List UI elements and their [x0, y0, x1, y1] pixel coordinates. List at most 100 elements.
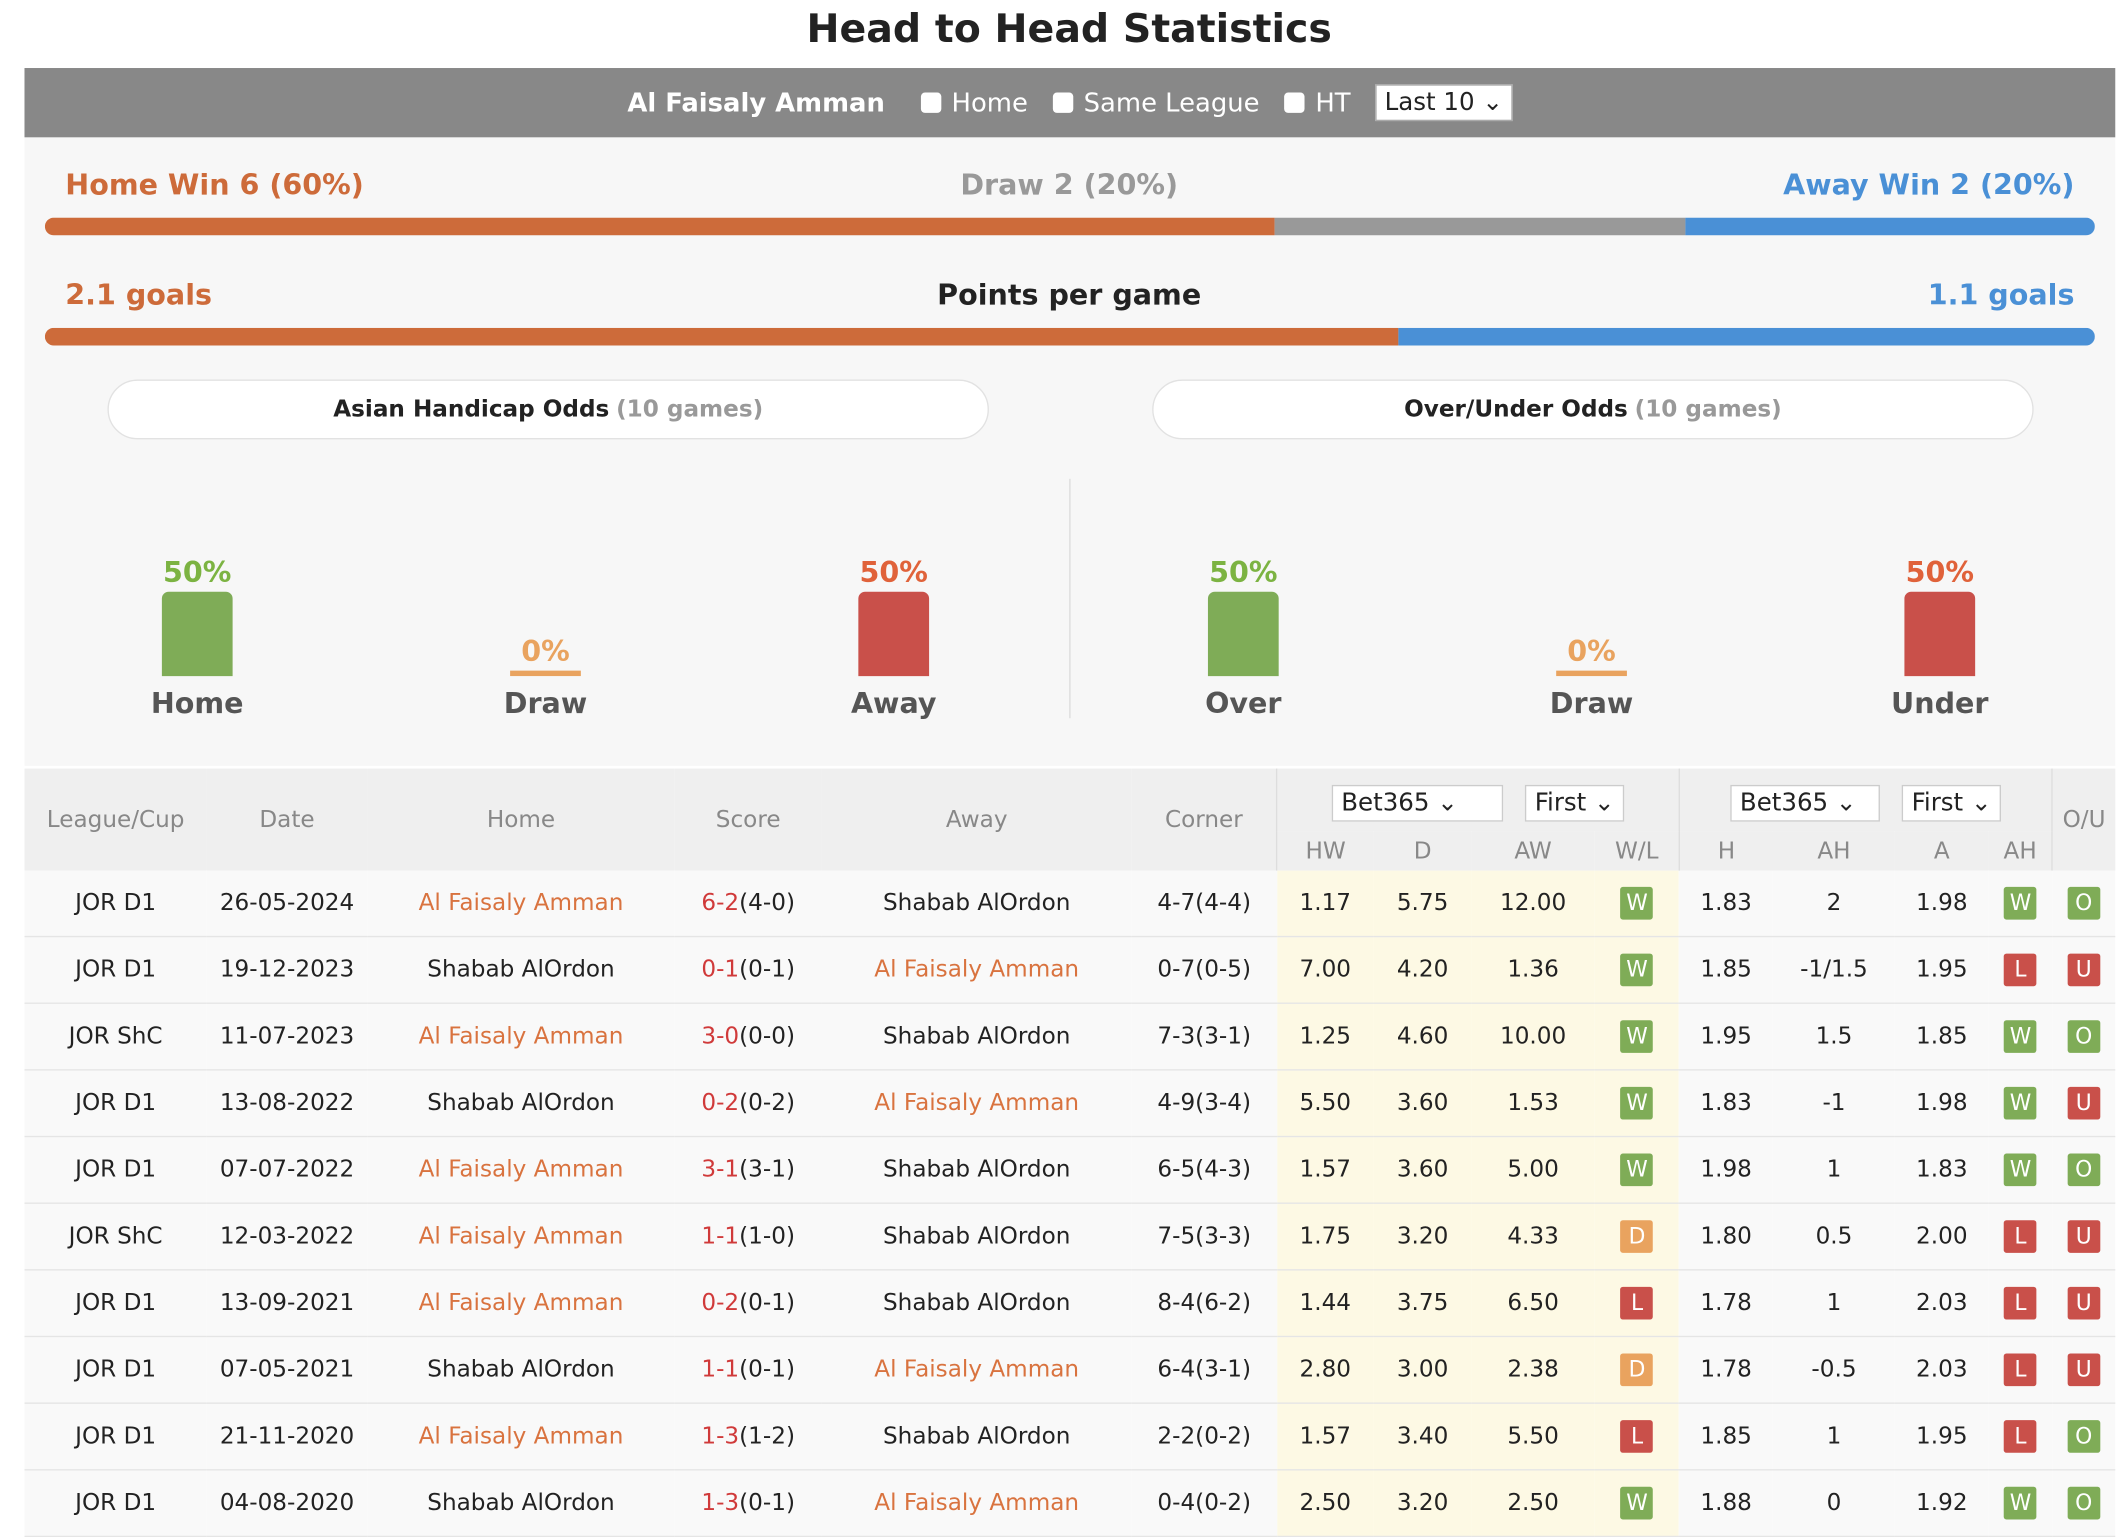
- bar-mark: [1904, 591, 1976, 677]
- bar-percent: 50%: [859, 556, 928, 590]
- bookmaker-select-ah[interactable]: Bet365 ⌄: [1730, 784, 1881, 822]
- wl-badge: W: [1620, 1086, 1654, 1120]
- league[interactable]: JOR D1: [75, 1090, 156, 1117]
- ppg-label: Points per game: [937, 278, 1202, 312]
- last-games-select[interactable]: Last 10 ⌄: [1375, 84, 1513, 122]
- odds-h: 1.85: [1700, 956, 1752, 984]
- home-team[interactable]: Al Faisaly Amman: [419, 1023, 624, 1050]
- ou-games: (10 games): [1634, 395, 1782, 424]
- score[interactable]: 1-3: [701, 1423, 739, 1450]
- odds-ah: 0.5: [1815, 1222, 1853, 1251]
- home-team[interactable]: Al Faisaly Amman: [419, 1290, 624, 1317]
- ht-score: (0-0): [739, 1022, 795, 1051]
- home-team[interactable]: Shabab AlOrdon: [427, 1356, 614, 1383]
- corner: 0-4(0-2): [1157, 1489, 1251, 1517]
- odds-hw: 1.25: [1299, 1022, 1352, 1051]
- away-team[interactable]: Shabab AlOrdon: [883, 1223, 1070, 1250]
- score[interactable]: 3-1: [701, 1156, 739, 1183]
- bar-mark: [161, 591, 233, 677]
- score[interactable]: 0-1: [701, 956, 739, 983]
- home-team[interactable]: Shabab AlOrdon: [427, 1090, 614, 1117]
- score[interactable]: 1-1: [701, 1356, 739, 1383]
- away-team[interactable]: Al Faisaly Amman: [874, 1090, 1079, 1117]
- odds-d: 5.75: [1396, 889, 1449, 917]
- odds-type-select-ah[interactable]: First ⌄: [1902, 784, 2002, 822]
- ou-badge: O: [2067, 1020, 2101, 1053]
- odds-ah: -0.5: [1811, 1356, 1857, 1384]
- away-team[interactable]: Shabab AlOrdon: [883, 890, 1070, 917]
- same-league-checkbox[interactable]: [1052, 92, 1073, 113]
- same-league-label: Same League: [1083, 87, 1260, 118]
- league[interactable]: JOR D1: [75, 1156, 156, 1183]
- h2h-table: League/Cup Date Home Score Away Corner B…: [24, 768, 2116, 1537]
- score[interactable]: 0-2: [701, 1090, 739, 1117]
- score[interactable]: 6-2: [701, 890, 739, 917]
- corner: 6-5(4-3): [1157, 1156, 1251, 1184]
- score[interactable]: 0-2: [701, 1290, 739, 1317]
- odds-d: 3.75: [1396, 1289, 1449, 1317]
- odds-aw: 10.00: [1499, 1022, 1567, 1051]
- date: 07-07-2022: [219, 1156, 355, 1184]
- league[interactable]: JOR D1: [75, 1490, 156, 1517]
- league[interactable]: JOR D1: [75, 1423, 156, 1450]
- bar-percent: 50%: [1209, 556, 1278, 590]
- odds-h: 1.78: [1700, 1356, 1752, 1384]
- league[interactable]: JOR D1: [75, 1290, 156, 1317]
- home-checkbox[interactable]: [920, 92, 941, 113]
- ou-badge: O: [2067, 1153, 2101, 1187]
- date: 19-12-2023: [219, 956, 355, 984]
- away-team[interactable]: Al Faisaly Amman: [874, 1490, 1079, 1517]
- away-team[interactable]: Shabab AlOrdon: [883, 1156, 1070, 1183]
- bar-mark: [1207, 591, 1279, 677]
- ah-badge: W: [2004, 1486, 2037, 1520]
- ht-score: (0-1): [739, 1489, 795, 1517]
- score[interactable]: 1-1: [701, 1223, 739, 1250]
- wl-badge: L: [1620, 1286, 1654, 1320]
- odds-h: 1.83: [1700, 1089, 1752, 1117]
- odds-d: 3.00: [1396, 1356, 1449, 1384]
- league[interactable]: JOR D1: [75, 890, 156, 917]
- odds-a: 1.98: [1916, 889, 1968, 917]
- ht-checkbox[interactable]: [1284, 92, 1305, 113]
- score[interactable]: 3-0: [701, 1023, 739, 1050]
- odds-a: 1.95: [1916, 956, 1968, 984]
- odds-hw: 1.57: [1299, 1422, 1352, 1451]
- odds-a: 1.98: [1916, 1089, 1968, 1117]
- away-team[interactable]: Al Faisaly Amman: [874, 956, 1079, 983]
- odds-h: 1.80: [1700, 1222, 1752, 1251]
- league[interactable]: JOR D1: [75, 1356, 156, 1383]
- league[interactable]: JOR ShC: [69, 1023, 163, 1050]
- home-team[interactable]: Al Faisaly Amman: [419, 1223, 624, 1250]
- odds-aw: 5.00: [1507, 1156, 1559, 1184]
- wl-badge: W: [1620, 953, 1654, 987]
- asian-handicap-header: Asian Handicap Odds (10 games): [107, 379, 989, 440]
- wl-badge: W: [1620, 1153, 1654, 1187]
- odds-aw: 12.00: [1499, 889, 1567, 917]
- away-team[interactable]: Shabab AlOrdon: [883, 1023, 1070, 1050]
- home-team[interactable]: Al Faisaly Amman: [419, 890, 624, 917]
- odds-type-select-1x2[interactable]: First ⌄: [1525, 784, 1625, 822]
- odds-hw: 2.80: [1299, 1356, 1352, 1384]
- bar-percent: 0%: [1567, 635, 1616, 668]
- odds-aw: 4.33: [1507, 1222, 1559, 1251]
- league[interactable]: JOR ShC: [69, 1223, 163, 1250]
- table-row: JOR D1 26-05-2024 Al Faisaly Amman 6-2(4-0)…: [24, 870, 2116, 938]
- home-team[interactable]: Shabab AlOrdon: [427, 956, 614, 983]
- home-team[interactable]: Shabab AlOrdon: [427, 1490, 614, 1517]
- odds-aw: 6.50: [1507, 1289, 1559, 1317]
- bar-percent: 50%: [1905, 556, 1974, 590]
- table-row: JOR D1 13-09-2021 Al Faisaly Amman 0-2(0-1)…: [24, 1269, 2116, 1338]
- bookmaker-select-1x2[interactable]: Bet365 ⌄: [1331, 784, 1504, 822]
- away-team[interactable]: Al Faisaly Amman: [874, 1356, 1079, 1383]
- ou-badge: U: [2067, 953, 2101, 987]
- ht-score: (0-2): [739, 1089, 795, 1117]
- ou-badge: U: [2067, 1086, 2101, 1120]
- home-team[interactable]: Al Faisaly Amman: [419, 1156, 624, 1183]
- away-team[interactable]: Shabab AlOrdon: [883, 1290, 1070, 1317]
- odds-hw: 7.00: [1299, 956, 1352, 984]
- score[interactable]: 1-3: [701, 1490, 739, 1517]
- home-team[interactable]: Al Faisaly Amman: [419, 1423, 624, 1450]
- odds-d: 3.20: [1396, 1489, 1449, 1517]
- away-team[interactable]: Shabab AlOrdon: [883, 1423, 1070, 1450]
- league[interactable]: JOR D1: [75, 956, 156, 983]
